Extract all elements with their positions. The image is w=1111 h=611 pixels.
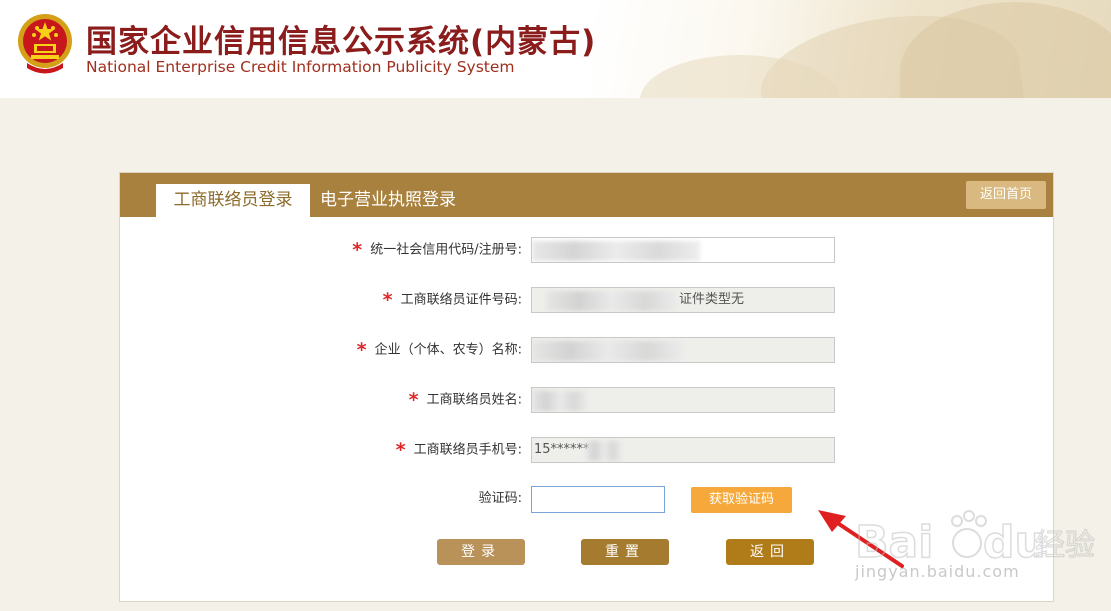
svg-text:经验: 经验 (1035, 528, 1095, 563)
id-number-label-text: 工商联络员证件号码: (400, 292, 522, 308)
phone-value: 15****** (534, 442, 590, 457)
required-mark: * (352, 239, 363, 261)
id-number-label: * 工商联络员证件号码: (383, 287, 522, 313)
page-header: 国家企业信用信息公示系统(内蒙古) National Enterprise Cr… (0, 0, 1111, 98)
enterprise-name-label-text: 企业（个体、农专）名称: (374, 342, 522, 358)
site-title-cn: 国家企业信用信息公示系统(内蒙古) (86, 24, 597, 60)
id-type-text: 证件类型无 (679, 292, 745, 307)
required-mark: * (395, 439, 406, 461)
credit-code-label: * 统一社会信用代码/注册号: (352, 237, 522, 263)
required-mark: * (356, 339, 367, 361)
back-home-button[interactable]: 返回首页 (966, 181, 1046, 209)
phone-label-text: 工商联络员手机号: (413, 442, 522, 458)
site-title-en: National Enterprise Credit Information P… (86, 58, 515, 76)
id-number-field[interactable]: 证件类型无 (531, 287, 835, 313)
redacted-value (586, 441, 622, 461)
contact-name-row: * 工商联络员姓名: (120, 387, 1053, 413)
national-emblem-icon (18, 14, 72, 74)
credit-code-row: * 统一社会信用代码/注册号: (120, 237, 1053, 263)
tab-e-license-login[interactable]: 电子营业执照登录 (320, 184, 456, 217)
enterprise-name-row: * 企业（个体、农专）名称: (120, 337, 1053, 363)
enterprise-name-label: * 企业（个体、农专）名称: (357, 337, 522, 363)
phone-field[interactable]: 15****** (531, 437, 835, 463)
get-captcha-button[interactable]: 获取验证码 (691, 487, 792, 513)
tab-contact-login[interactable]: 工商联络员登录 (156, 184, 310, 217)
id-number-row: * 工商联络员证件号码: 证件类型无 (120, 287, 1053, 313)
required-mark: * (382, 289, 393, 311)
credit-code-input[interactable] (531, 237, 835, 263)
credit-code-label-text: 统一社会信用代码/注册号: (370, 242, 522, 258)
redacted-value (532, 241, 700, 261)
contact-name-label-text: 工商联络员姓名: (426, 392, 522, 408)
phone-row: * 工商联络员手机号: 15****** (120, 437, 1053, 463)
back-button[interactable]: 返回 (726, 539, 814, 565)
panel-tab-bar: 工商联络员登录 电子营业执照登录 返回首页 (120, 173, 1053, 217)
contact-name-label: * 工商联络员姓名: (409, 387, 522, 413)
reset-button[interactable]: 重置 (581, 539, 669, 565)
captcha-input[interactable] (531, 486, 665, 513)
svg-text:Bai: Bai (855, 517, 933, 568)
watermark-url: jingyan.baidu.com (855, 562, 1020, 581)
contact-name-field[interactable] (531, 387, 835, 413)
redacted-value (546, 291, 678, 311)
enterprise-name-field[interactable] (531, 337, 835, 363)
redacted-value (532, 391, 588, 411)
phone-label: * 工商联络员手机号: (396, 437, 522, 463)
redacted-value (532, 341, 684, 361)
login-button[interactable]: 登录 (437, 539, 525, 565)
captcha-label: 验证码: (478, 491, 522, 506)
required-mark: * (408, 389, 419, 411)
